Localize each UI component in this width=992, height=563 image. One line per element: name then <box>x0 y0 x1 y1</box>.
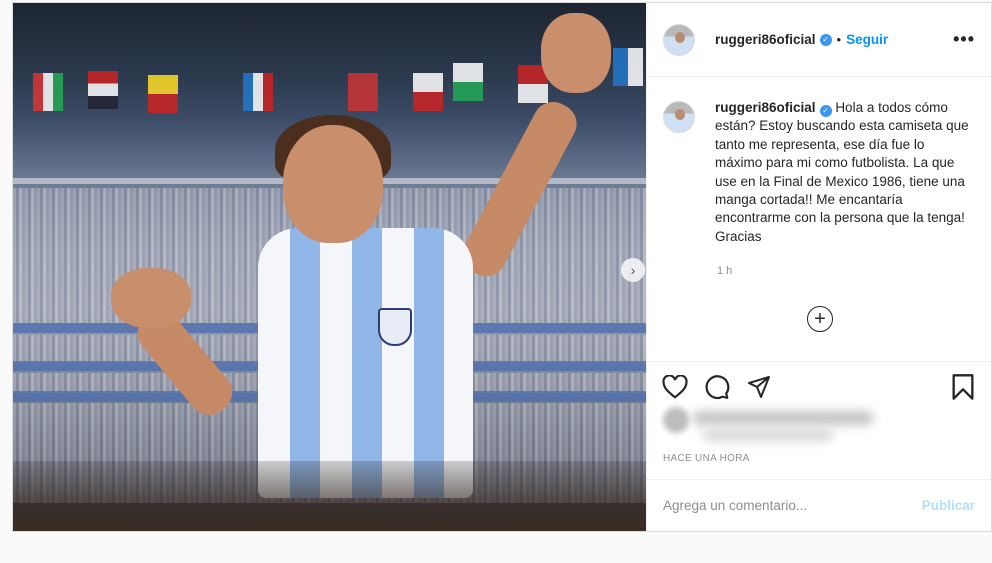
post-side-panel: ruggeri86oficial ✓ • Seguir ••• ruggeri8… <box>646 3 991 531</box>
caption-avatar[interactable] <box>663 101 695 133</box>
flag-decoration <box>348 73 378 111</box>
verified-badge-icon: ✓ <box>819 105 832 118</box>
action-bar <box>647 361 991 411</box>
comment-icon <box>705 374 730 399</box>
shirt-crest <box>378 308 412 346</box>
comment-bubble-icon[interactable] <box>703 373 731 401</box>
player-face <box>283 125 383 243</box>
post-photo[interactable]: › <box>13 3 646 531</box>
instagram-post-page: › ruggeri86oficial ✓ • Seguir ••• rugger… <box>0 0 992 563</box>
player-shirt <box>258 228 473 498</box>
follow-button[interactable]: Seguir <box>846 32 888 47</box>
flag-decoration <box>88 71 118 109</box>
paper-plane-icon <box>748 375 770 398</box>
carousel-next-icon[interactable]: › <box>621 258 645 282</box>
author-avatar[interactable] <box>663 23 695 56</box>
comment-bar: Publicar <box>647 479 991 531</box>
flag-decoration <box>453 63 483 101</box>
post-caption: ruggeri86oficial ✓ Hola a todos cómo está… <box>663 99 975 246</box>
bookmark-icon <box>952 373 974 400</box>
player-hand <box>111 268 191 328</box>
flag-decoration <box>148 75 178 113</box>
like-heart-icon[interactable] <box>661 373 689 401</box>
foreground-crowd <box>13 461 646 531</box>
load-more-comments-icon[interactable]: + <box>807 306 833 332</box>
author-username[interactable]: ruggeri86oficial <box>715 32 816 47</box>
share-paper-plane-icon[interactable] <box>745 373 773 401</box>
blurred-text <box>703 429 833 441</box>
plus-icon: + <box>814 308 826 330</box>
caption-timestamp[interactable]: 1 h <box>717 265 732 277</box>
post-card: › ruggeri86oficial ✓ • Seguir ••• rugger… <box>12 2 992 532</box>
blurred-likes <box>663 407 878 443</box>
caption-text-block: ruggeri86oficial ✓ Hola a todos cómo está… <box>715 99 975 246</box>
comment-input[interactable] <box>663 498 922 513</box>
post-time-ago[interactable]: Hace una hora <box>663 453 750 464</box>
flag-decoration <box>243 73 273 111</box>
heart-icon <box>662 374 688 399</box>
caption-username[interactable]: ruggeri86oficial <box>715 100 816 115</box>
flag-decoration <box>413 73 443 111</box>
chevron-right-icon: › <box>630 262 636 278</box>
save-bookmark-icon[interactable] <box>949 373 977 401</box>
blurred-text <box>693 411 873 425</box>
flag-decoration <box>613 48 643 86</box>
separator-dot: • <box>836 32 842 47</box>
publish-button[interactable]: Publicar <box>922 498 975 513</box>
verified-badge-icon: ✓ <box>819 33 832 46</box>
player-hand <box>541 13 611 93</box>
more-options-icon[interactable]: ••• <box>953 29 975 50</box>
flag-decoration <box>33 73 63 111</box>
post-header: ruggeri86oficial ✓ • Seguir ••• <box>647 3 991 77</box>
blurred-avatar <box>663 407 689 433</box>
caption-body: Hola a todos cómo están? Estoy buscando … <box>715 100 969 244</box>
